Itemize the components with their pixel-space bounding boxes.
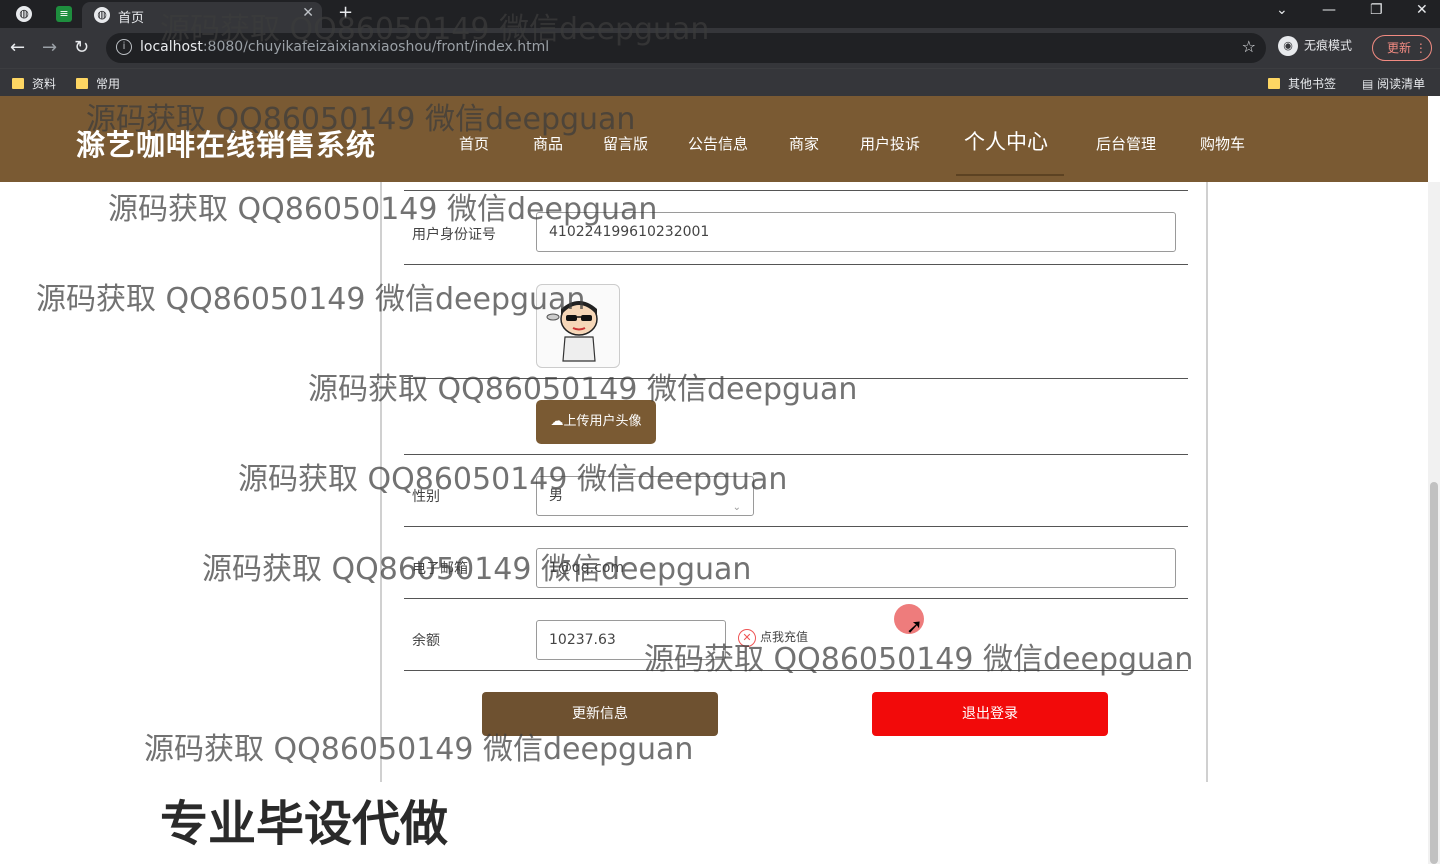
- update-button[interactable]: 更新 ⋮: [1372, 35, 1432, 61]
- upload-avatar-button[interactable]: ☁上传用户头像: [536, 400, 656, 444]
- email-label: 电子邮箱: [412, 561, 468, 577]
- site-title: 滁艺咖啡在线销售系统: [76, 128, 377, 162]
- gender-label: 性别: [412, 489, 440, 505]
- reading-list[interactable]: ▤ 阅读清单: [1362, 75, 1425, 92]
- bookmark-star-icon[interactable]: ☆: [1242, 37, 1256, 56]
- new-tab-icon[interactable]: +: [338, 2, 353, 23]
- row-divider: [404, 526, 1188, 527]
- reading-list-icon: ▤: [1362, 77, 1378, 91]
- row-divider: [404, 378, 1188, 379]
- bookmark-folder[interactable]: 常用: [76, 75, 120, 92]
- folder-icon: [76, 78, 88, 89]
- page-viewport: 滁艺咖啡在线销售系统 首页 商品 留言版 公告信息 商家 用户投诉 个人中心 后…: [0, 96, 1440, 864]
- nav-merchants[interactable]: 商家: [789, 133, 819, 154]
- row-divider: [404, 190, 1188, 191]
- avatar: [536, 284, 620, 368]
- gender-select[interactable]: 男 ⌄: [536, 476, 754, 516]
- nav-active-underline: [956, 174, 1064, 176]
- site-info-icon[interactable]: i: [116, 39, 132, 55]
- incognito-indicator[interactable]: ◉ 无痕模式: [1278, 36, 1352, 56]
- profile-form-panel: 用户身份证号 410224199610232001 ☁上传用户头像 性别 男 ⌄…: [380, 182, 1208, 782]
- tab-search-icon[interactable]: ⌄: [1276, 2, 1288, 18]
- incognito-icon: ◉: [1278, 36, 1298, 56]
- update-info-button[interactable]: 更新信息: [482, 692, 718, 736]
- nav-products[interactable]: 商品: [533, 133, 563, 154]
- nav-announcements[interactable]: 公告信息: [688, 133, 748, 154]
- id-number-input[interactable]: 410224199610232001: [536, 212, 1176, 252]
- nav-messages[interactable]: 留言版: [603, 133, 648, 154]
- url-text: localhost:8080/chuyikafeizaixianxiaoshou…: [140, 39, 550, 55]
- logout-button[interactable]: 退出登录: [872, 692, 1108, 736]
- browser-toolbar: ← → ↻ i localhost:8080/chuyikafeizaixian…: [0, 28, 1440, 68]
- other-bookmarks[interactable]: 其他书签: [1268, 75, 1336, 92]
- row-divider: [404, 670, 1188, 671]
- nav-admin[interactable]: 后台管理: [1096, 133, 1156, 154]
- minimize-icon[interactable]: —: [1322, 2, 1336, 18]
- bookmark-folder[interactable]: 资料: [12, 75, 56, 92]
- avatar-cartoon-icon: [546, 301, 598, 362]
- id-number-label: 用户身份证号: [412, 227, 496, 243]
- chrome-globe-icon[interactable]: ◍: [16, 6, 32, 22]
- folder-icon: [1268, 78, 1280, 89]
- tab-title: 首页: [118, 11, 145, 26]
- address-bar[interactable]: i localhost:8080/chuyikafeizaixianxiaosh…: [106, 33, 1266, 63]
- browser-tab-strip: ◍ ≡ ◍ 首页 ✕ + ⌄ — ❐ ✕: [0, 0, 1440, 28]
- balance-label: 余额: [412, 633, 440, 649]
- browser-tab-active[interactable]: ◍ 首页 ✕: [82, 2, 322, 28]
- nav-personal-center[interactable]: 个人中心: [964, 126, 1048, 156]
- row-divider: [404, 264, 1188, 265]
- tab-close-icon[interactable]: ✕: [302, 5, 314, 21]
- gender-selected-value: 男: [549, 488, 563, 504]
- page-globe-icon: ◍: [94, 7, 110, 23]
- bookmarks-bar: 资料 常用 其他书签 ▤ 阅读清单: [0, 68, 1440, 96]
- site-header: 滁艺咖啡在线销售系统 首页 商品 留言版 公告信息 商家 用户投诉 个人中心 后…: [0, 96, 1428, 182]
- folder-icon: [12, 78, 24, 89]
- balance-input[interactable]: 10237.63: [536, 620, 726, 660]
- cloud-upload-icon: ☁: [550, 414, 564, 429]
- back-icon[interactable]: ←: [10, 37, 25, 58]
- window-close-icon[interactable]: ✕: [1416, 2, 1428, 18]
- forward-icon[interactable]: →: [42, 37, 57, 58]
- recharge-icon: ✕: [738, 628, 756, 647]
- row-divider: [404, 454, 1188, 455]
- promo-overlay-text: 专业毕设代做: [160, 796, 449, 852]
- nav-home[interactable]: 首页: [459, 133, 489, 154]
- email-input[interactable]: 1@qq.com: [536, 548, 1176, 588]
- row-divider: [404, 598, 1188, 599]
- nav-cart[interactable]: 购物车: [1200, 133, 1245, 154]
- reload-icon[interactable]: ↻: [74, 37, 89, 58]
- chevron-down-icon: ⌄: [732, 502, 741, 513]
- menu-kebab-icon[interactable]: ⋮: [1415, 41, 1427, 55]
- recharge-link[interactable]: ✕ 点我充值: [738, 628, 808, 647]
- mouse-cursor-icon: ➚: [906, 614, 923, 638]
- nav-complaints[interactable]: 用户投诉: [860, 133, 920, 154]
- sheets-tab-icon[interactable]: ≡: [56, 6, 72, 22]
- restore-icon[interactable]: ❐: [1370, 2, 1383, 18]
- scrollbar-thumb[interactable]: [1430, 482, 1438, 864]
- page-scrollbar[interactable]: [1428, 182, 1440, 864]
